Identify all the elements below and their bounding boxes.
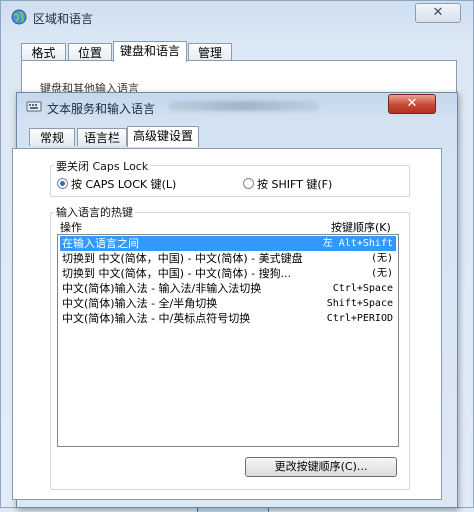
list-item-selected[interactable]: 在输入语言之间 左 Alt+Shift: [60, 236, 396, 251]
radio-caps-lock[interactable]: [57, 178, 68, 189]
outer-window-title: 区域和语言: [33, 12, 94, 26]
globe-icon: [11, 9, 27, 25]
list-item-keys: Ctrl+Space: [332, 283, 393, 294]
list-item-action: 在输入语言之间: [62, 237, 139, 250]
tab-location[interactable]: 位置: [68, 43, 112, 61]
list-item-keys: (无): [370, 268, 393, 279]
list-item[interactable]: 切换到 中文(简体，中国) - 中文(简体) - 美式键盘 (无): [60, 251, 396, 266]
tab-advanced-key-settings[interactable]: 高级键设置: [127, 126, 199, 147]
change-key-sequence-button[interactable]: 更改按键顺序(C)...: [245, 457, 397, 477]
tab-formats[interactable]: 格式: [21, 43, 66, 61]
column-header-action[interactable]: 操作: [60, 219, 82, 235]
list-item-action: 中文(简体)输入法 - 全/半角切换: [62, 297, 218, 310]
blurred-title-area: [169, 101, 319, 111]
outer-titlebar[interactable]: 区域和语言 ✕: [1, 1, 473, 31]
list-item-keys: (无): [370, 253, 393, 264]
caps-lock-group-label: 要关闭 Caps Lock: [54, 158, 151, 174]
list-item-keys: Ctrl+PERIOD: [326, 313, 393, 324]
keyboard-icon: [26, 101, 42, 112]
list-item[interactable]: 中文(简体)输入法 - 全/半角切换 Shift+Space: [60, 296, 396, 311]
hotkey-list[interactable]: 在输入语言之间 左 Alt+Shift 切换到 中文(简体，中国) - 中文(简…: [57, 234, 399, 447]
list-item-keys: 左 Alt+Shift: [322, 238, 393, 249]
list-item-action: 切换到 中文(简体，中国) - 中文(简体) - 搜狗...: [62, 267, 292, 280]
list-item[interactable]: 中文(简体)输入法 - 中/英标点符号切换 Ctrl+PERIOD: [60, 311, 396, 326]
tab-language-bar[interactable]: 语言栏: [77, 128, 127, 146]
outer-close-button[interactable]: ✕: [415, 3, 461, 23]
list-item-action: 切换到 中文(简体，中国) - 中文(简体) - 美式键盘: [62, 252, 303, 265]
dialog-title: 文本服务和输入语言: [47, 102, 156, 116]
list-item-action: 中文(简体)输入法 - 输入法/非输入法切换: [62, 282, 262, 295]
list-item[interactable]: 切换到 中文(简体，中国) - 中文(简体) - 搜狗... (无): [60, 266, 396, 281]
radio-shift-label[interactable]: 按 SHIFT 键(F): [257, 176, 332, 192]
tab-keyboards-languages[interactable]: 键盘和语言: [113, 41, 187, 62]
tab-general[interactable]: 常规: [29, 128, 75, 146]
radio-caps-lock-label[interactable]: 按 CAPS LOCK 键(L): [71, 176, 176, 192]
list-item[interactable]: 中文(简体)输入法 - 输入法/非输入法切换 Ctrl+Space: [60, 281, 396, 296]
column-header-key-sequence[interactable]: 按键顺序(K): [331, 219, 391, 235]
radio-shift[interactable]: [243, 178, 254, 189]
hotkeys-group-label: 输入语言的热键: [54, 204, 135, 220]
list-item-action: 中文(简体)输入法 - 中/英标点符号切换: [62, 312, 251, 325]
dialog-close-button[interactable]: ✕: [388, 94, 436, 114]
list-item-keys: Shift+Space: [326, 298, 393, 309]
tab-administrative[interactable]: 管理: [188, 43, 232, 61]
